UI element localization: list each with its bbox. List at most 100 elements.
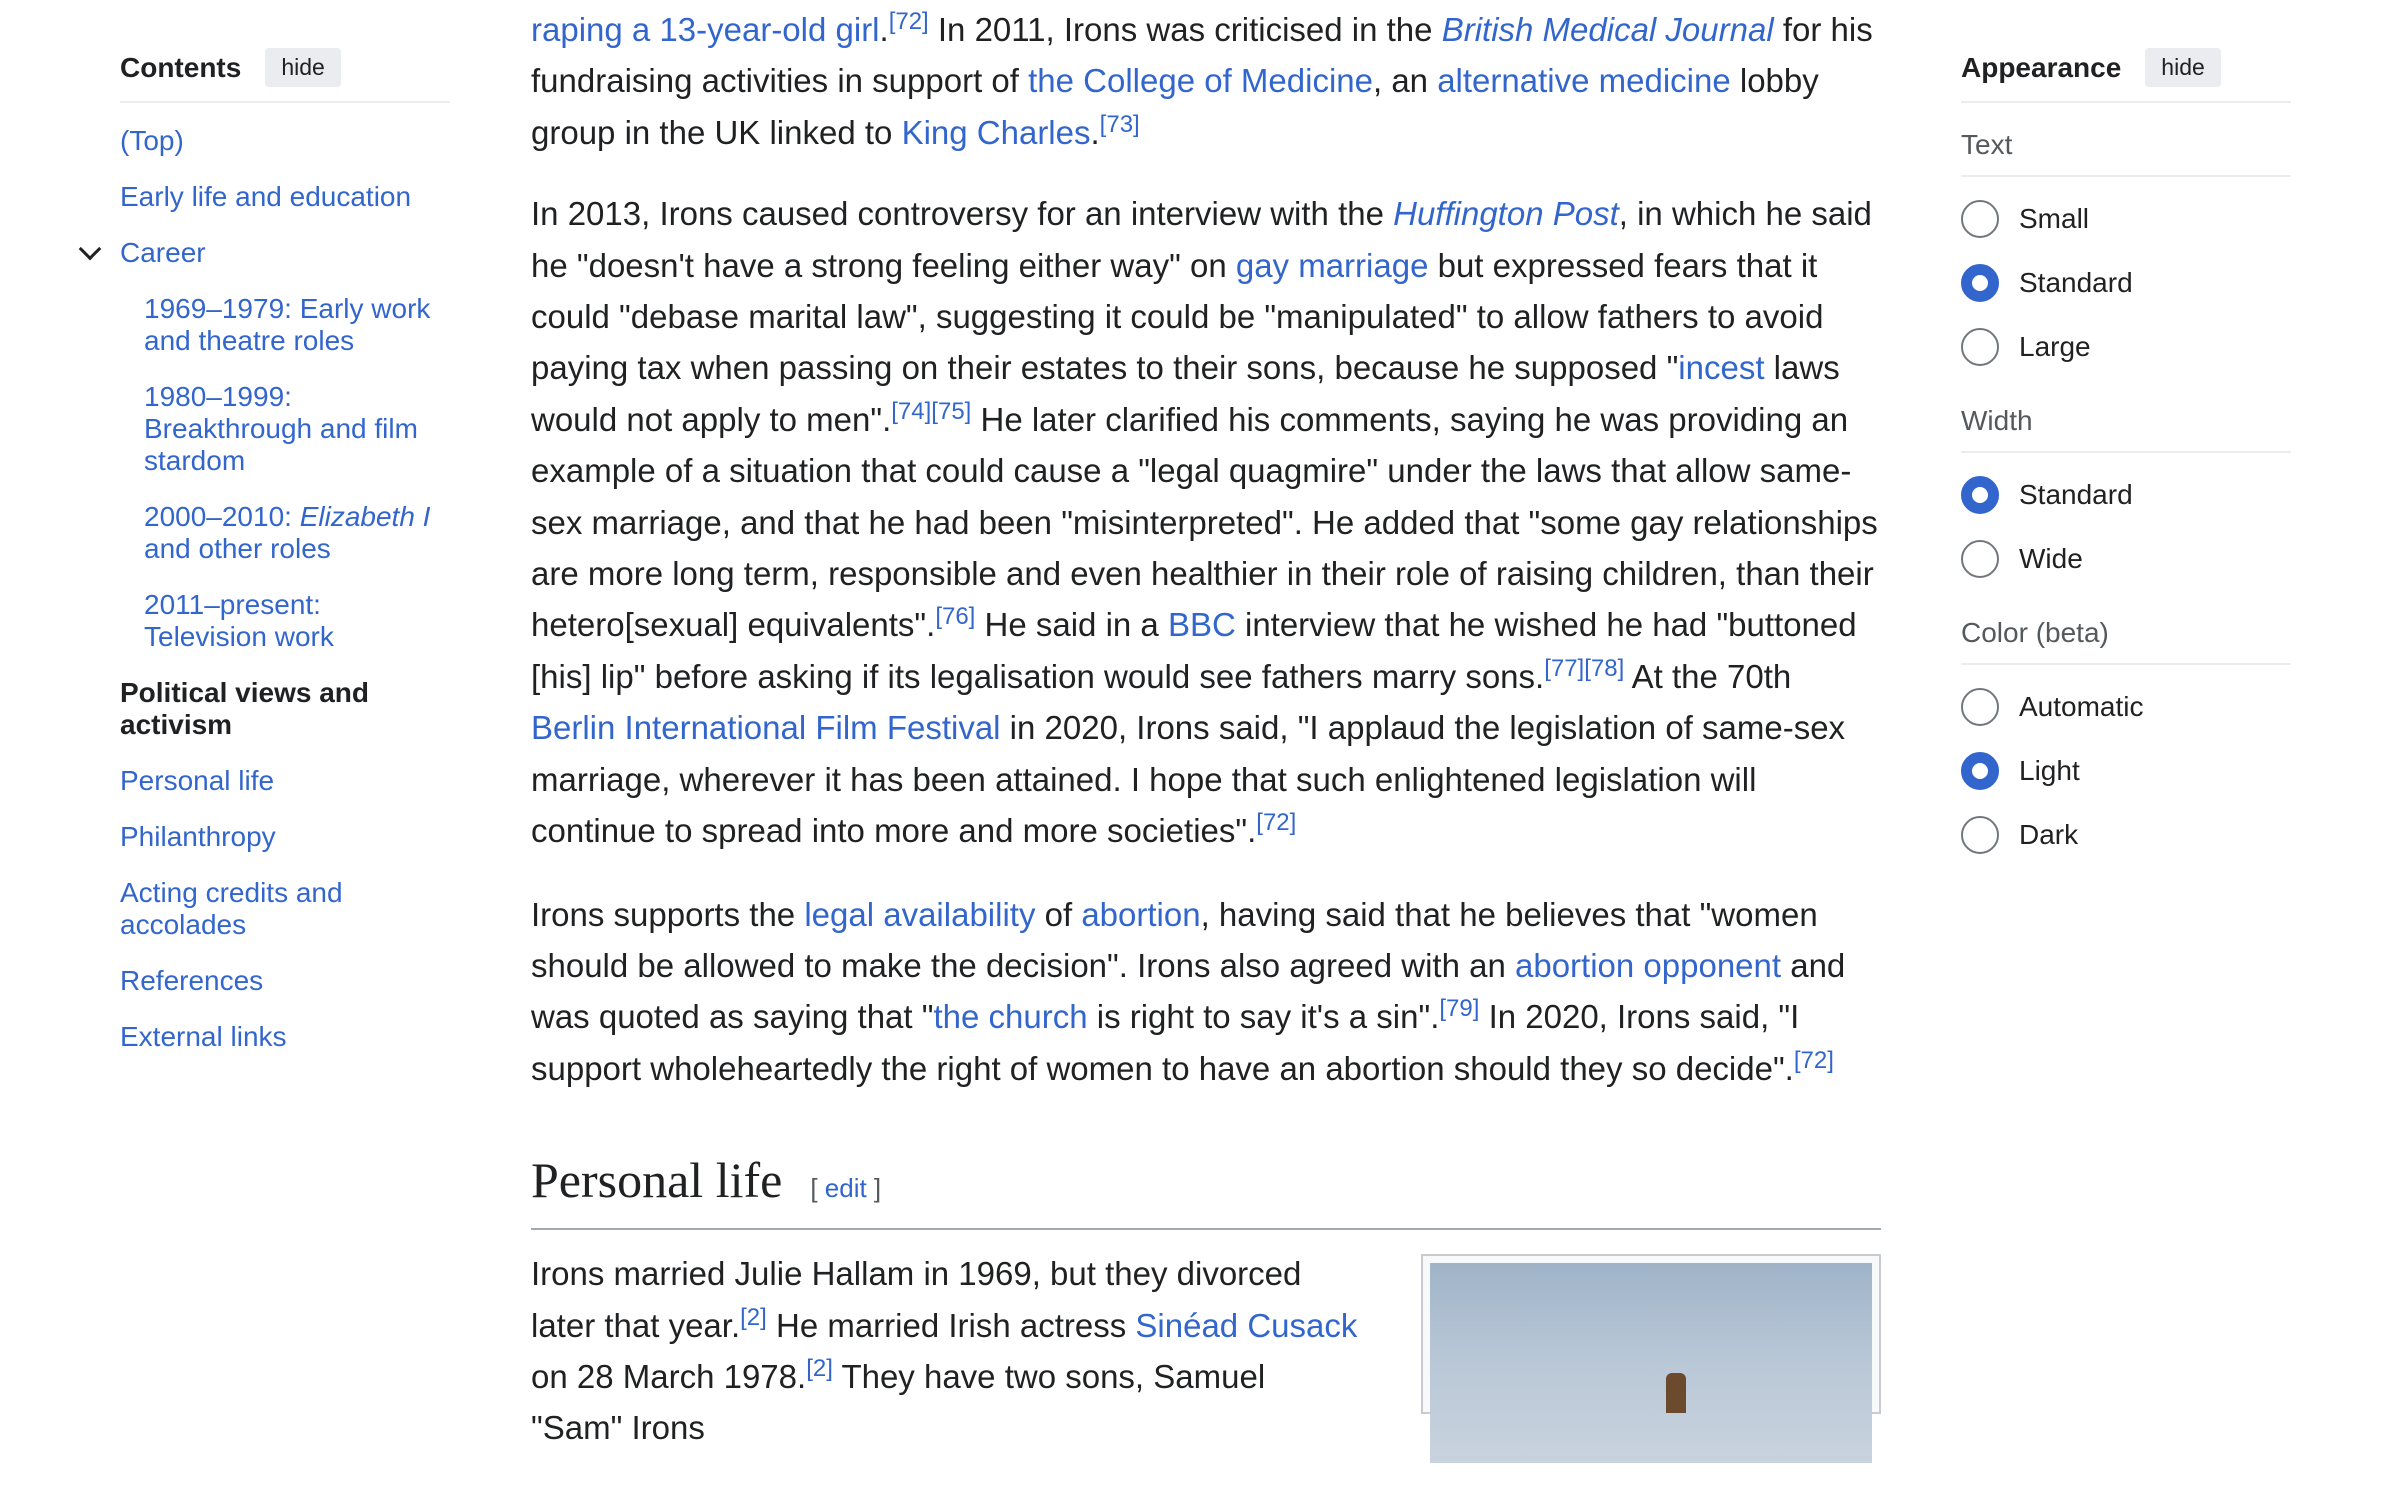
appearance-panel: Appearance hide Text Small Standard Larg…	[1961, 48, 2291, 867]
link-incest[interactable]: incest	[1678, 349, 1764, 386]
toc-item-political-views-link[interactable]: Political views and activism	[120, 677, 369, 740]
toc-item-career-2000-link[interactable]: 2000–2010: Elizabeth I and other roles	[144, 501, 430, 564]
radio-width-wide[interactable]: Wide	[1961, 527, 2291, 591]
edit-section: [ edit ]	[810, 1158, 881, 1218]
paragraph-same-sex-marriage: In 2013, Irons caused controversy for an…	[531, 188, 1881, 856]
radio-label: Wide	[2019, 543, 2083, 574]
link-legal-availability[interactable]: legal availability	[804, 896, 1035, 933]
toc-item-career-2011[interactable]: 2011–present: Television work	[144, 589, 450, 653]
text-size-label: Text	[1961, 129, 2291, 177]
radio-label: Automatic	[2019, 691, 2144, 722]
toc-item-top-link[interactable]: (Top)	[120, 125, 184, 156]
text: on 28 March 1978.	[531, 1357, 807, 1395]
link-alternative-medicine[interactable]: alternative medicine	[1437, 62, 1731, 99]
thumbnail-image[interactable]	[1421, 1254, 1881, 1464]
citation-78[interactable]: [78]	[1584, 655, 1624, 682]
citation-72[interactable]: [72]	[889, 8, 929, 35]
radio-label: Standard	[2019, 267, 2133, 298]
toc-item-career[interactable]: Career	[78, 237, 450, 269]
link-huffington-post[interactable]: Huffington Post	[1393, 195, 1619, 232]
radio-label: Standard	[2019, 479, 2133, 510]
link-british-medical-journal[interactable]: British Medical Journal	[1442, 11, 1774, 48]
radio-button[interactable]	[1961, 540, 1999, 578]
chevron-down-icon[interactable]	[78, 237, 102, 261]
toc-item-references[interactable]: References	[120, 965, 450, 997]
radio-button-selected[interactable]	[1961, 476, 1999, 514]
radio-button[interactable]	[1961, 688, 1999, 726]
width-group: Width Standard Wide	[1961, 405, 2291, 591]
citation-75[interactable]: [75]	[931, 398, 971, 425]
text: He married Irish actress	[766, 1306, 1136, 1344]
radio-button-selected[interactable]	[1961, 264, 1999, 302]
link-college-of-medicine[interactable]: the College of Medicine	[1028, 62, 1373, 99]
radio-width-standard[interactable]: Standard	[1961, 463, 2291, 527]
citation-76[interactable]: [76]	[935, 603, 975, 630]
link-the-church[interactable]: the church	[933, 998, 1087, 1035]
radio-color-dark[interactable]: Dark	[1961, 803, 2291, 867]
appearance-hide-button[interactable]: hide	[2145, 48, 2221, 87]
text: is right to say it's a sin".	[1087, 998, 1440, 1036]
table-of-contents: Contents hide (Top) Early life and educa…	[78, 48, 450, 1077]
link-berlin-film-festival[interactable]: Berlin International Film Festival	[531, 709, 1001, 746]
radio-text-small[interactable]: Small	[1961, 187, 2291, 251]
edit-bracket-open: [	[810, 1173, 825, 1204]
radio-text-standard[interactable]: Standard	[1961, 251, 2291, 315]
radio-color-automatic[interactable]: Automatic	[1961, 675, 2291, 739]
text: .	[879, 11, 889, 48]
link-abortion-opponent[interactable]: abortion opponent	[1515, 947, 1781, 984]
radio-button[interactable]	[1961, 328, 1999, 366]
toc-item-career-2000[interactable]: 2000–2010: Elizabeth I and other roles	[144, 501, 450, 565]
radio-label: Dark	[2019, 819, 2079, 850]
citation-73[interactable]: [73]	[1100, 111, 1140, 138]
text: Irons supports the	[531, 895, 805, 933]
text: , an	[1372, 62, 1438, 100]
toc-item-career-2011-link[interactable]: 2011–present: Television work	[144, 589, 334, 652]
citation-74[interactable]: [74]	[891, 398, 931, 425]
citation-2[interactable]: [2]	[806, 1355, 833, 1382]
toc-item-career-link[interactable]: Career	[120, 237, 206, 268]
toc-item-career-1980[interactable]: 1980–1999: Breakthrough and film stardom	[144, 381, 450, 477]
link-raping[interactable]: raping a 13-year-old girl	[531, 11, 880, 48]
radio-label: Small	[2019, 203, 2090, 234]
toc-item-suffix: and other roles	[144, 533, 331, 564]
citation-72[interactable]: [72]	[1256, 809, 1296, 836]
toc-item-career-1980-link[interactable]: 1980–1999: Breakthrough and film stardom	[144, 381, 418, 476]
text: of	[1035, 895, 1082, 933]
toc-item-political-views[interactable]: Political views and activism	[120, 677, 450, 741]
citation-79[interactable]: [79]	[1439, 995, 1479, 1022]
toc-item-personal-life[interactable]: Personal life	[120, 765, 450, 797]
toc-item-career-1969[interactable]: 1969–1979: Early work and theatre roles	[144, 293, 450, 357]
toc-item-early-life[interactable]: Early life and education	[120, 181, 450, 213]
radio-button[interactable]	[1961, 200, 1999, 238]
toc-hide-button[interactable]: hide	[265, 48, 341, 87]
radio-text-large[interactable]: Large	[1961, 315, 2291, 379]
toc-item-external-links-link[interactable]: External links	[120, 1021, 287, 1052]
radio-button-selected[interactable]	[1961, 752, 1999, 790]
citation-72[interactable]: [72]	[1794, 1047, 1834, 1074]
toc-item-philanthropy-link[interactable]: Philanthropy	[120, 821, 276, 852]
radio-button[interactable]	[1961, 816, 1999, 854]
citation-77[interactable]: [77]	[1544, 655, 1584, 682]
section-heading-personal-life: Personal life [ edit ]	[531, 1150, 1881, 1231]
toc-item-early-life-link[interactable]: Early life and education	[120, 181, 411, 212]
radio-label: Large	[2019, 331, 2091, 362]
toc-item-personal-life-link[interactable]: Personal life	[120, 765, 274, 796]
edit-link[interactable]: edit	[825, 1173, 867, 1203]
text: At the 70th	[1624, 657, 1792, 695]
appearance-header: Appearance hide	[1961, 48, 2291, 103]
link-king-charles[interactable]: King Charles	[902, 114, 1091, 151]
toc-item-acting-credits[interactable]: Acting credits and accolades	[120, 877, 450, 941]
link-gay-marriage[interactable]: gay marriage	[1236, 247, 1429, 284]
toc-item-external-links[interactable]: External links	[120, 1021, 450, 1053]
toc-item-career-1969-link[interactable]: 1969–1979: Early work and theatre roles	[144, 293, 430, 356]
toc-item-top[interactable]: (Top)	[120, 125, 450, 157]
toc-item-italic: Elizabeth I	[299, 501, 431, 532]
link-bbc[interactable]: BBC	[1168, 606, 1236, 643]
link-abortion[interactable]: abortion	[1081, 896, 1200, 933]
toc-item-references-link[interactable]: References	[120, 965, 263, 996]
link-sinead-cusack[interactable]: Sinéad Cusack	[1135, 1307, 1357, 1344]
citation-2[interactable]: [2]	[740, 1304, 767, 1331]
toc-item-philanthropy[interactable]: Philanthropy	[120, 821, 450, 853]
toc-item-acting-credits-link[interactable]: Acting credits and accolades	[120, 877, 343, 940]
radio-color-light[interactable]: Light	[1961, 739, 2291, 803]
